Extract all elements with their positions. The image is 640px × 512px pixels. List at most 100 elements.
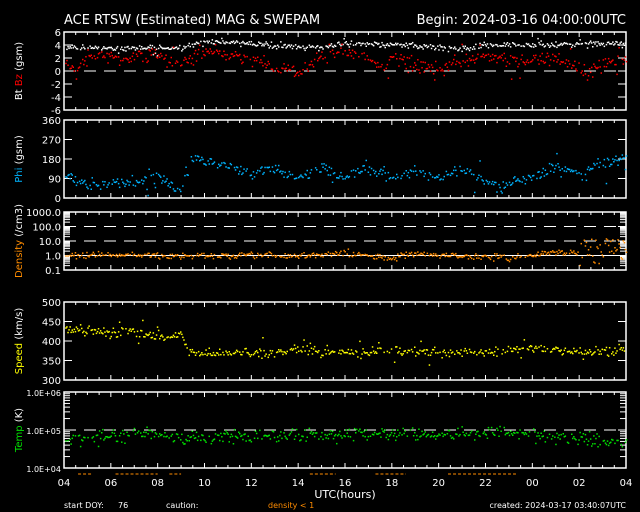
data-point: [387, 438, 390, 441]
data-point: [367, 255, 370, 257]
data-point: [444, 255, 446, 258]
data-point: [385, 180, 387, 182]
data-point: [362, 254, 364, 256]
data-point: [67, 439, 69, 442]
data-point: [202, 158, 204, 161]
data-point: [572, 44, 574, 46]
data-point: [553, 171, 555, 173]
data-point: [506, 350, 509, 353]
data-point: [496, 191, 498, 193]
data-point: [204, 54, 206, 57]
data-point: [615, 352, 617, 354]
data-point: [268, 354, 270, 356]
data-point: [407, 255, 410, 257]
data-point: [228, 58, 230, 60]
data-point: [532, 59, 534, 61]
data-point: [406, 435, 409, 437]
data-point: [424, 431, 426, 433]
data-point: [416, 434, 418, 437]
data-point: [201, 57, 203, 59]
data-point: [361, 353, 363, 355]
data-point: [496, 355, 498, 357]
data-point: [378, 173, 380, 175]
data-point: [195, 352, 198, 354]
data-point: [111, 47, 113, 50]
data-point: [448, 45, 451, 48]
data-point: [466, 168, 469, 170]
data-point: [236, 41, 239, 43]
data-point: [309, 256, 312, 258]
data-point: [542, 435, 544, 437]
data-point: [300, 439, 302, 441]
data-point: [548, 64, 551, 67]
data-point: [456, 350, 458, 352]
data-point: [294, 347, 297, 350]
data-point: [476, 179, 478, 181]
data-point: [128, 184, 130, 186]
data-point: [348, 255, 351, 258]
data-point: [204, 353, 206, 355]
data-point: [275, 440, 278, 443]
data-point: [367, 58, 370, 61]
data-point: [358, 430, 360, 432]
data-point: [325, 353, 327, 355]
data-point: [573, 250, 575, 252]
data-point: [213, 438, 216, 440]
data-point: [580, 351, 582, 354]
data-point: [464, 61, 466, 64]
data-point: [312, 46, 315, 48]
data-point: [575, 43, 577, 45]
data-point: [212, 162, 215, 165]
data-point: [259, 348, 261, 350]
data-point: [190, 436, 193, 438]
data-point: [380, 168, 382, 171]
data-point: [597, 446, 599, 448]
x-tick-label: 06: [104, 478, 117, 489]
data-point: [610, 61, 612, 64]
data-point: [249, 355, 252, 358]
data-point: [180, 258, 182, 260]
data-point: [487, 53, 490, 56]
data-point: [468, 434, 471, 436]
data-point: [197, 350, 200, 353]
data-point: [504, 186, 507, 188]
data-point: [179, 332, 181, 335]
data-point: [221, 436, 223, 438]
data-point: [469, 47, 472, 49]
data-point: [86, 251, 88, 254]
data-point: [440, 178, 442, 180]
data-point: [384, 429, 386, 431]
data-point: [93, 55, 96, 57]
data-point: [344, 178, 346, 180]
data-point: [348, 428, 351, 431]
data-point: [479, 351, 481, 353]
data-point: [317, 45, 319, 47]
data-point: [486, 437, 489, 439]
data-point: [581, 42, 583, 45]
data-point: [183, 339, 185, 341]
data-point: [323, 163, 325, 165]
data-point: [329, 51, 332, 53]
data-point: [445, 252, 448, 255]
data-point: [442, 49, 444, 52]
data-point: [229, 56, 232, 59]
data-point: [614, 347, 616, 349]
data-point: [509, 55, 512, 57]
data-point: [310, 347, 313, 349]
data-point: [489, 55, 492, 57]
data-point: [141, 256, 143, 258]
data-point: [429, 44, 432, 46]
data-point: [383, 431, 385, 433]
data-point: [397, 429, 399, 431]
data-point: [491, 53, 494, 56]
x-tick-label: 14: [292, 478, 305, 489]
speed-y-tick-label: 300: [42, 376, 61, 387]
data-point: [608, 251, 611, 253]
data-point: [324, 168, 326, 170]
data-point: [441, 46, 443, 48]
data-point: [439, 434, 441, 436]
data-point: [111, 431, 113, 434]
data-point: [546, 52, 549, 55]
data-point: [623, 350, 626, 352]
data-point: [476, 57, 478, 60]
